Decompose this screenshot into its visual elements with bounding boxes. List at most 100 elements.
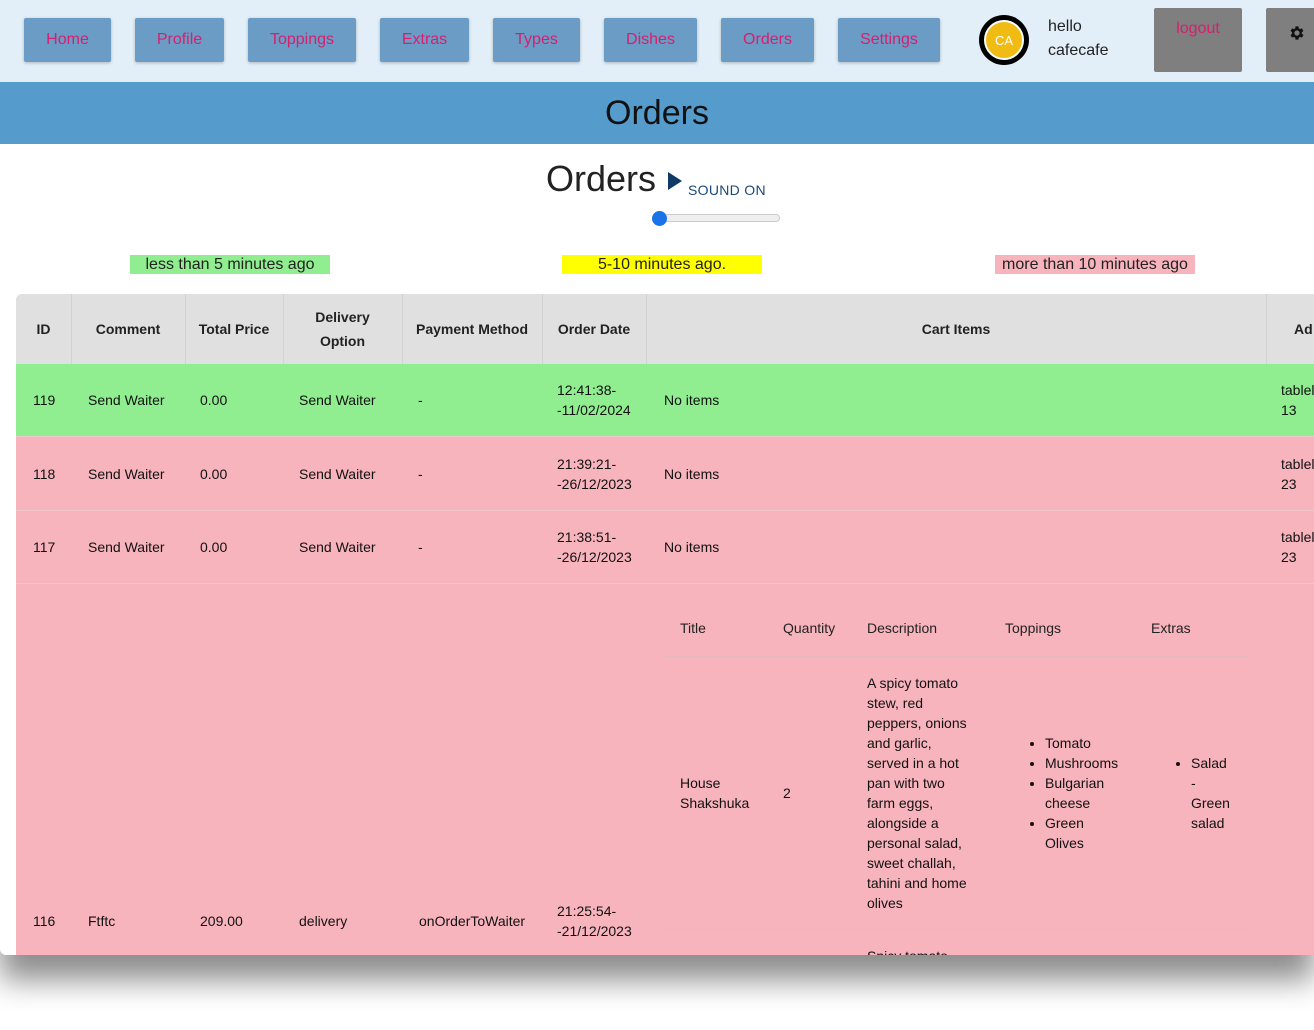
order-delivery: Send Waiter <box>299 466 376 482</box>
avatar-initials: CA <box>984 20 1024 60</box>
order-total: 0.00 <box>200 539 228 555</box>
order-id: 118 <box>33 466 56 482</box>
order-id: 119 <box>33 392 56 408</box>
extra-text: Green <box>1191 795 1230 811</box>
order-date: 21:25:54- -21/12/2023 <box>557 901 632 941</box>
topping-item: Tomato <box>1045 733 1118 753</box>
order-date-time: 21:25:54- <box>557 903 617 919</box>
table-row[interactable]: 119 Send Waiter 0.00 Send Waiter - 12:41… <box>16 364 1314 437</box>
cart-item-title: House Shakshuka <box>680 773 749 813</box>
nav-profile-button[interactable]: Profile <box>135 18 224 62</box>
play-icon[interactable] <box>668 172 682 190</box>
cart-item-title-line1: House <box>680 775 721 791</box>
table-header: ID Comment Total Price Delivery Option P… <box>16 294 1314 365</box>
column-header-order-date[interactable]: Order Date <box>542 294 646 364</box>
order-id: 116 <box>33 913 56 929</box>
order-delivery: delivery <box>299 913 348 929</box>
column-header-address[interactable]: Ad <box>1266 294 1314 364</box>
column-header-total-price[interactable]: Total Price <box>185 294 283 364</box>
gear-icon <box>1290 26 1304 40</box>
cart-header-divider <box>664 656 1249 657</box>
description-line: alongside a <box>867 815 939 831</box>
cart-row-divider <box>664 929 1249 930</box>
order-address: tablel 23 <box>1281 527 1314 567</box>
order-address-line2: 13 <box>1281 402 1297 418</box>
nav-home-button[interactable]: Home <box>24 18 111 62</box>
order-payment: - <box>418 466 423 482</box>
volume-slider[interactable] <box>656 214 780 222</box>
order-payment: - <box>418 392 423 408</box>
description-line: and garlic, <box>867 735 932 751</box>
order-total: 209.00 <box>200 913 243 929</box>
order-id: 117 <box>33 539 56 555</box>
table-row[interactable]: 117 Send Waiter 0.00 Send Waiter - 21:38… <box>16 511 1314 584</box>
description-line: personal salad, <box>867 835 962 851</box>
description-line: tahini and home <box>867 875 967 891</box>
description-line: served in a hot <box>867 755 959 771</box>
order-cart: No items <box>664 539 720 555</box>
order-total: 0.00 <box>200 466 228 482</box>
order-delivery: Send Waiter <box>299 539 376 555</box>
sound-status-label: SOUND ON <box>688 182 766 198</box>
nav-settings-button[interactable]: Settings <box>838 18 940 62</box>
topping-text: cheese <box>1045 795 1091 811</box>
app-window: Home Profile Toppings Extras Types Dishe… <box>0 0 1314 955</box>
cart-header-description: Description <box>867 620 938 636</box>
cart-header-toppings: Toppings <box>1005 620 1062 636</box>
order-comment: Send Waiter <box>88 466 165 482</box>
order-date-day: -21/12/2023 <box>557 923 632 939</box>
nav-orders-button[interactable]: Orders <box>721 18 814 62</box>
column-header-delivery-option[interactable]: Delivery Option <box>283 294 402 364</box>
description-line: sweet challah, <box>867 855 956 871</box>
greeting-hello: hello <box>1048 18 1082 35</box>
column-header-id[interactable]: ID <box>16 294 71 364</box>
cart-header-extras: Extras <box>1151 620 1191 636</box>
order-cart: No items <box>664 392 720 408</box>
topping-text: Tomato <box>1045 735 1091 751</box>
order-date-day: -26/12/2023 <box>557 476 632 492</box>
legend-medium: 5-10 minutes ago. <box>562 255 762 274</box>
column-header-cart-items[interactable]: Cart Items <box>646 294 1266 364</box>
nav-extras-button[interactable]: Extras <box>380 18 469 62</box>
cart-item-toppings: Tomato Mushrooms Bulgarian cheese Green Ol… <box>1027 733 1118 853</box>
order-address-line1: tablel <box>1281 456 1314 472</box>
description-line: olives <box>867 895 903 911</box>
topping-text: Bulgarian <box>1045 775 1105 791</box>
nav-toppings-button[interactable]: Toppings <box>248 18 356 62</box>
volume-slider-thumb[interactable] <box>652 211 667 226</box>
cart-header-title: Title <box>680 620 706 636</box>
topping-text: Mushrooms <box>1045 755 1119 771</box>
orders-table: ID Comment Total Price Delivery Option P… <box>16 294 1314 955</box>
cart-item-description-partial: Spicy tomato <box>867 946 948 955</box>
top-navigation: Home Profile Toppings Extras Types Dishe… <box>0 0 1314 82</box>
order-date-day: -11/02/2024 <box>557 402 631 418</box>
order-date-time: 21:38:51- <box>557 529 617 545</box>
nav-dishes-button[interactable]: Dishes <box>604 18 697 62</box>
column-header-payment-method[interactable]: Payment Method <box>402 294 542 364</box>
description-line: stew, red <box>867 695 924 711</box>
order-comment: Ftftc <box>88 913 116 929</box>
legend-recent: less than 5 minutes ago <box>130 255 330 274</box>
order-comment: Send Waiter <box>88 392 165 408</box>
topping-text: Green <box>1045 815 1084 831</box>
cart-item-quantity: 2 <box>783 785 791 801</box>
topping-item: Bulgarian cheese <box>1045 773 1118 813</box>
order-address-line1: tablel <box>1281 529 1314 545</box>
order-date-time: 21:39:21- <box>557 456 617 472</box>
settings-gear-button[interactable] <box>1266 8 1314 72</box>
avatar[interactable]: CA <box>979 15 1029 65</box>
table-row[interactable]: 116 Ftftc 209.00 delivery onOrderToWaite… <box>16 584 1314 955</box>
logout-button[interactable]: logout <box>1154 8 1242 72</box>
order-address: tablel 13 <box>1281 380 1314 420</box>
order-date: 21:39:21- -26/12/2023 <box>557 454 632 494</box>
order-delivery: Send Waiter <box>299 392 376 408</box>
table-row[interactable]: 118 Send Waiter 0.00 Send Waiter - 21:39… <box>16 437 1314 511</box>
description-line: pan with two <box>867 775 945 791</box>
order-address-line2: 23 <box>1281 549 1297 565</box>
extra-text: - <box>1191 775 1196 791</box>
nav-types-button[interactable]: Types <box>493 18 580 62</box>
column-header-comment[interactable]: Comment <box>71 294 185 364</box>
order-address-line2: 23 <box>1281 476 1297 492</box>
order-date-time: 12:41:38- <box>557 382 617 398</box>
description-line: farm eggs, <box>867 795 934 811</box>
